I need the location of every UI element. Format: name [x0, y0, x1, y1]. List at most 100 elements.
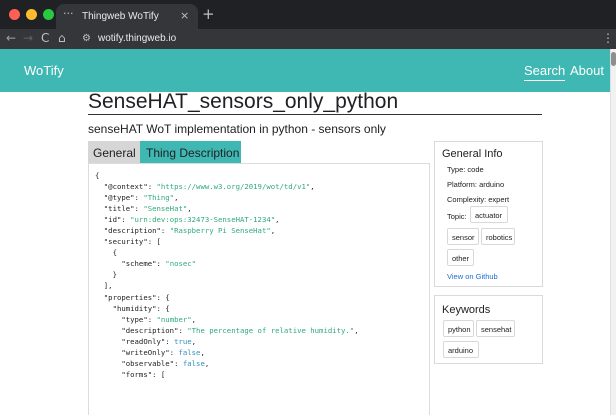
app-header: WoTify Search About	[0, 49, 610, 92]
topic-label: Topic:	[447, 212, 467, 221]
reload-icon[interactable]: C	[41, 31, 49, 45]
code-token: }	[95, 270, 117, 280]
code-token: "scheme":	[95, 259, 166, 269]
code-token: "writeOnly":	[95, 347, 179, 357]
browser-tab-bar: ··· Thingweb WoTify × +	[0, 0, 616, 29]
code-line: "title": "SenseHat",	[95, 203, 359, 214]
code-token: "@type":	[95, 193, 144, 203]
topic-chip[interactable]: robotics	[481, 228, 515, 245]
topic-chip[interactable]: actuator	[470, 206, 508, 223]
code-token: ,	[174, 193, 179, 203]
type-value: Type: code	[447, 165, 484, 174]
code-line: ],	[95, 280, 359, 291]
code-token: ,	[270, 226, 276, 236]
code-token: ,	[200, 347, 205, 357]
code-line: "readOnly": true,	[95, 336, 359, 347]
code-token: "https://www.w3.org/2019/wot/td/v1"	[156, 182, 311, 192]
forward-icon[interactable]: →	[23, 31, 33, 45]
code-token: ,	[191, 336, 197, 346]
topic-chip[interactable]: sensor	[447, 228, 479, 245]
scrollbar-thumb[interactable]	[611, 52, 616, 66]
code-token: ,	[191, 314, 197, 324]
code-token: "nosec"	[165, 259, 197, 269]
code-line: "@type": "Thing",	[95, 192, 359, 203]
tab-close-icon[interactable]: ×	[180, 9, 189, 22]
code-token: "readOnly":	[95, 336, 175, 346]
code-token: ,	[275, 215, 280, 225]
code-line: "forms": [	[95, 369, 359, 380]
code-token: "properties": {	[95, 292, 170, 302]
tab-thing-description[interactable]: Thing Description	[140, 141, 241, 163]
code-token: ,	[204, 358, 210, 368]
nav-search-link[interactable]: Search	[524, 63, 566, 81]
minimize-window-button[interactable]	[26, 9, 37, 20]
maximize-window-button[interactable]	[43, 9, 54, 20]
brand-logo[interactable]: WoTify	[24, 63, 64, 78]
code-line: "scheme": "nosec"	[95, 258, 359, 269]
code-token: "Thing"	[143, 193, 175, 203]
code-token: "id":	[95, 215, 131, 225]
code-line: "@context": "https://www.w3.org/2019/wot…	[95, 181, 359, 192]
code-token: "type":	[95, 314, 157, 324]
code-line: "humidity": {	[95, 303, 359, 314]
nav-about-link[interactable]: About	[570, 63, 604, 78]
complexity-value: Complexity: expert	[447, 195, 510, 204]
title-divider	[88, 114, 542, 115]
github-link[interactable]: View on Github	[447, 272, 498, 281]
new-tab-icon[interactable]: +	[202, 5, 215, 23]
site-info-icon[interactable]: ⚙	[82, 33, 91, 44]
code-line: {	[95, 170, 359, 181]
browser-tab[interactable]: ··· Thingweb WoTify ×	[56, 4, 198, 29]
tab-general[interactable]: General	[88, 141, 140, 163]
code-line: "writeOnly": false,	[95, 347, 359, 358]
code-token: {	[95, 248, 117, 258]
general-info-card: General Info Type: code Platform: arduin…	[434, 141, 543, 287]
code-token: "number"	[156, 314, 192, 324]
code-token: ],	[95, 281, 113, 291]
code-token: "humidity": {	[95, 303, 170, 313]
code-token: "description":	[95, 325, 188, 335]
scrollbar-track[interactable]	[610, 49, 616, 415]
code-line: {	[95, 247, 359, 258]
page-title: SenseHAT_sensors_only_python	[88, 90, 399, 113]
thing-description-json: { "@context": "https://www.w3.org/2019/w…	[95, 170, 359, 380]
thing-description-panel: { "@context": "https://www.w3.org/2019/w…	[88, 163, 430, 415]
code-line: "type": "number",	[95, 314, 359, 325]
code-line: }	[95, 269, 359, 280]
code-token: false	[178, 347, 201, 357]
code-token: "title":	[95, 204, 144, 214]
keywords-card: Keywords python sensehat arduino	[434, 295, 543, 364]
home-icon[interactable]: ⌂	[58, 31, 66, 45]
close-window-button[interactable]	[9, 9, 20, 20]
code-token: "description":	[95, 226, 170, 236]
keyword-chip[interactable]: arduino	[443, 341, 479, 358]
code-token: "SenseHat"	[143, 204, 188, 214]
url-field[interactable]: wotify.thingweb.io	[98, 33, 176, 44]
code-line: "description": "The percentage of relati…	[95, 325, 359, 336]
keyword-chip[interactable]: sensehat	[476, 320, 515, 337]
code-line: "security": [	[95, 236, 359, 247]
code-token: "security": [	[95, 237, 161, 247]
code-token: {	[95, 171, 100, 180]
tab-favicon-icon: ···	[63, 7, 74, 20]
code-line: "description": "Raspberry Pi SenseHat",	[95, 225, 359, 236]
tab-title: Thingweb WoTify	[82, 11, 159, 22]
topic-chip[interactable]: other	[447, 249, 474, 266]
code-token: "The percentage of relative humidity."	[187, 325, 355, 335]
code-token: "@context":	[95, 182, 157, 192]
general-info-heading: General Info	[442, 148, 503, 160]
code-token: "observable":	[95, 358, 183, 368]
code-token: ,	[354, 325, 359, 335]
code-token: ,	[187, 204, 192, 214]
keyword-chip[interactable]: python	[443, 320, 474, 337]
browser-address-bar: ← → C ⌂ ⚙ wotify.thingweb.io ⋮	[0, 29, 616, 49]
code-token: "forms": [	[95, 369, 166, 379]
code-token: ,	[310, 182, 315, 192]
platform-value: Platform: arduino	[447, 180, 505, 189]
page-subtitle: senseHAT WoT implementation in python - …	[88, 122, 386, 136]
keywords-heading: Keywords	[442, 304, 491, 316]
back-icon[interactable]: ←	[6, 31, 16, 45]
menu-icon[interactable]: ⋮	[602, 31, 614, 45]
code-token: true	[174, 336, 192, 346]
code-token: false	[182, 358, 205, 368]
